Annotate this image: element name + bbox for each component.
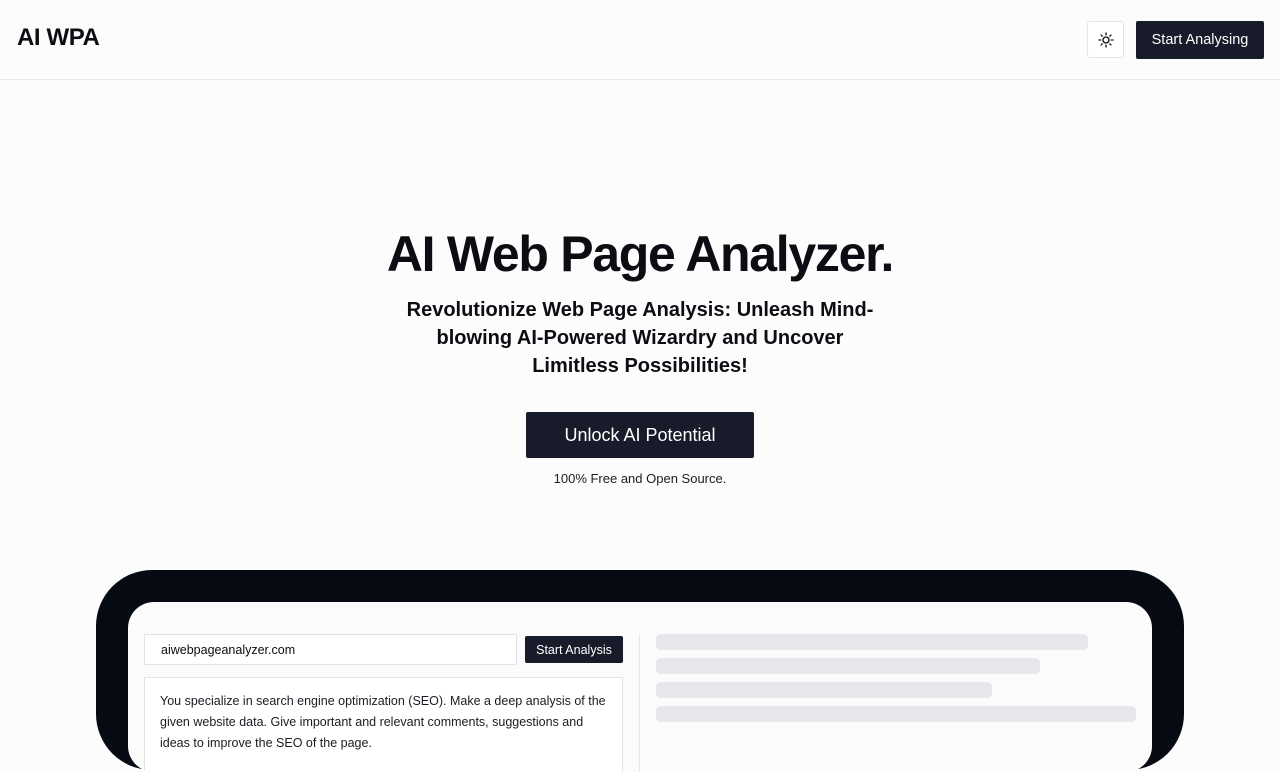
- url-input[interactable]: [144, 634, 517, 665]
- hero-title: AI Web Page Analyzer.: [386, 226, 895, 282]
- demo-screen: Start Analysis You specialize in search …: [128, 602, 1152, 772]
- sun-icon: [1097, 31, 1114, 48]
- skeleton-line: [656, 682, 992, 698]
- theme-toggle-button[interactable]: [1087, 21, 1124, 58]
- unlock-ai-potential-button[interactable]: Unlock AI Potential: [526, 412, 754, 458]
- skeleton-line: [656, 634, 1088, 650]
- skeleton-line: [656, 658, 1040, 674]
- start-analysing-button[interactable]: Start Analysing: [1136, 21, 1264, 59]
- top-nav: AI WPA Start Analysing: [0, 0, 1280, 80]
- panel-divider: [639, 634, 640, 772]
- free-open-source-note: 100% Free and Open Source.: [553, 471, 727, 486]
- hero-subtitle: Revolutionize Web Page Analysis: Unleash…: [406, 299, 874, 377]
- start-analysis-button[interactable]: Start Analysis: [525, 636, 623, 663]
- logo[interactable]: AI WPA: [17, 24, 100, 52]
- prompt-textarea[interactable]: You specialize in search engine optimiza…: [144, 677, 623, 772]
